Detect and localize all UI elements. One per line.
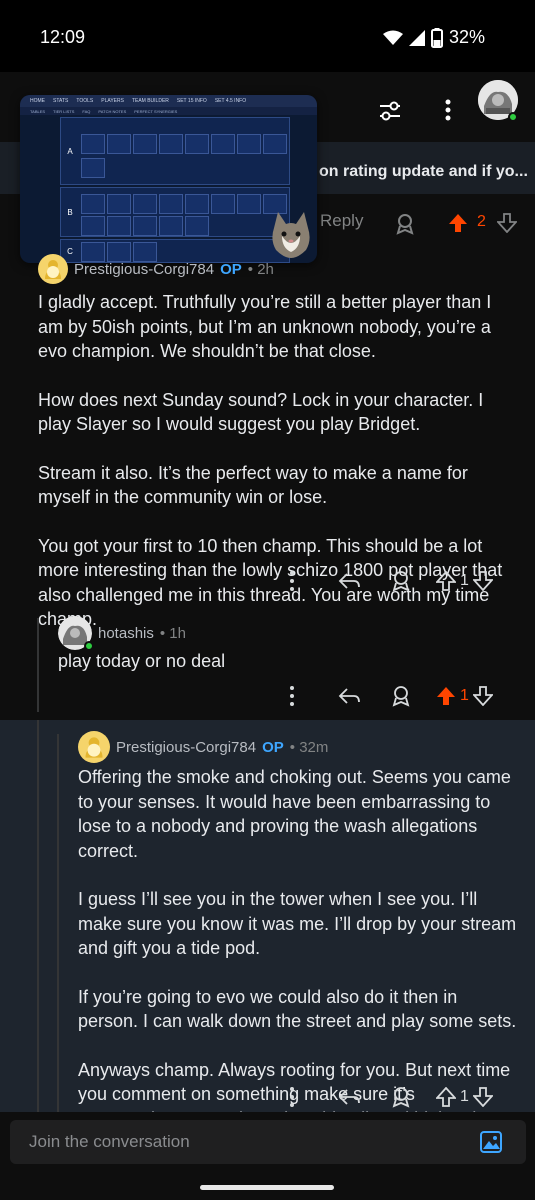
more-icon[interactable] xyxy=(280,570,304,592)
upvote-icon[interactable] xyxy=(436,686,456,706)
filter-icon[interactable] xyxy=(376,97,404,125)
comment-time: • 1h xyxy=(159,624,186,642)
comment-actions: 1 xyxy=(280,685,493,707)
downvote-icon[interactable] xyxy=(497,213,517,233)
cat-image xyxy=(272,212,310,258)
tier-label: B xyxy=(67,207,73,217)
thread-line[interactable] xyxy=(37,720,39,1112)
overlay-subnav-item[interactable]: TIER LISTS xyxy=(53,109,74,114)
battery-icon xyxy=(430,27,443,48)
comment-author[interactable]: Prestigious-Corgi784 xyxy=(116,739,256,756)
author-avatar[interactable] xyxy=(78,731,110,763)
overlay-nav-item[interactable]: TOOLS xyxy=(76,98,93,104)
home-indicator[interactable] xyxy=(200,1185,334,1190)
award-icon[interactable] xyxy=(390,1086,412,1108)
award-icon[interactable] xyxy=(394,213,416,235)
overlay-subnav-item[interactable]: FAQ xyxy=(82,109,90,114)
wifi-icon xyxy=(382,30,403,45)
comment-time: • 2h xyxy=(247,260,274,278)
comment-header: Prestigious-Corgi784 OP • 32m xyxy=(78,731,328,763)
post-vote-count: 2 xyxy=(477,213,486,230)
upvote-icon[interactable] xyxy=(448,213,468,233)
comment-header: Prestigious-Corgi784 OP • 2h xyxy=(38,254,274,284)
op-badge: OP xyxy=(262,738,284,756)
vote-count: 1 xyxy=(460,687,469,704)
signal-icon xyxy=(408,29,425,46)
comment-author[interactable]: Prestigious-Corgi784 xyxy=(74,261,214,278)
video-overlay[interactable]: HOME STATS TOOLS PLAYERS TEAM BUILDER SET 15 … xyxy=(20,95,317,263)
status-time: 12:09 xyxy=(40,27,86,47)
op-badge: OP xyxy=(220,260,242,278)
tier-list: A B C xyxy=(60,117,290,263)
overlay-nav-item[interactable]: HOME xyxy=(30,98,45,104)
more-icon[interactable] xyxy=(280,685,304,707)
thread-line[interactable] xyxy=(37,618,39,712)
upvote-icon[interactable] xyxy=(436,1087,456,1107)
comment-paragraph: If you’re going to evo we could also do … xyxy=(78,986,517,1032)
battery-percent: 32% xyxy=(448,27,485,47)
award-icon[interactable] xyxy=(390,570,412,592)
image-icon[interactable] xyxy=(480,1131,502,1153)
comment-header: hotashis • 1h xyxy=(58,616,186,651)
thread-line[interactable] xyxy=(57,734,59,1112)
author-avatar[interactable] xyxy=(58,616,94,651)
more-icon[interactable] xyxy=(280,1086,304,1108)
overlay-nav-item[interactable]: SET 15 INFO xyxy=(177,98,207,104)
reply-icon[interactable] xyxy=(338,686,360,706)
reply-icon[interactable] xyxy=(338,571,360,591)
author-avatar[interactable] xyxy=(38,254,68,284)
comment-actions: 1 xyxy=(280,570,493,592)
award-icon[interactable] xyxy=(390,685,412,707)
overlay-nav: HOME STATS TOOLS PLAYERS TEAM BUILDER SET 15 … xyxy=(20,95,317,107)
vote-count: 1 xyxy=(460,1088,469,1105)
tier-label: A xyxy=(67,146,73,156)
comment-input-placeholder[interactable]: Join the conversation xyxy=(29,1132,190,1152)
comment-time: • 32m xyxy=(289,738,329,756)
more-vert-icon[interactable] xyxy=(438,97,458,123)
overlay-subnav-item[interactable]: TABLES xyxy=(30,109,45,114)
overlay-nav-item[interactable]: SET 4.5 INFO xyxy=(215,98,246,104)
comment-paragraph: I gladly accept. Truthfully you’re still… xyxy=(38,292,492,361)
post-title[interactable]: on rating update and if yo... xyxy=(319,163,528,181)
status-bar: 12:09 32% xyxy=(0,0,535,72)
comment-paragraph: Stream it also. It’s the perfect way to … xyxy=(38,462,468,508)
comment-paragraph: I guess I’ll see you in the tower when I… xyxy=(78,889,517,958)
comment-paragraph: play today or no deal xyxy=(58,651,226,671)
tier-row: A xyxy=(60,117,290,185)
comment-body: play today or no deal xyxy=(58,649,518,674)
tier-row: B xyxy=(60,187,290,237)
downvote-icon[interactable] xyxy=(472,571,493,591)
overlay-subnav-item[interactable]: PATCH NOTES xyxy=(98,109,126,114)
downvote-icon[interactable] xyxy=(472,686,493,706)
overlay-nav-item[interactable]: PLAYERS xyxy=(101,98,124,104)
overlay-subnav-item[interactable]: PERFECT SYNERGIES xyxy=(134,109,177,114)
reply-button[interactable]: Reply xyxy=(320,211,363,231)
reply-icon[interactable] xyxy=(338,1087,360,1107)
comment-paragraph: Offering the smoke and choking out. Seem… xyxy=(78,767,511,861)
vote-count: 1 xyxy=(460,572,469,589)
upvote-icon[interactable] xyxy=(436,571,456,591)
comment-actions: 1 xyxy=(280,1086,493,1108)
overlay-nav-item[interactable]: TEAM BUILDER xyxy=(132,98,169,104)
comment-paragraph: How does next Sunday sound? Lock in your… xyxy=(38,389,484,435)
overlay-subnav: TABLES TIER LISTS FAQ PATCH NOTES PERFECT SY… xyxy=(20,107,317,115)
online-indicator xyxy=(508,112,518,122)
overlay-nav-item[interactable]: STATS xyxy=(53,98,68,104)
comment-author[interactable]: hotashis xyxy=(98,625,154,642)
downvote-icon[interactable] xyxy=(472,1087,493,1107)
